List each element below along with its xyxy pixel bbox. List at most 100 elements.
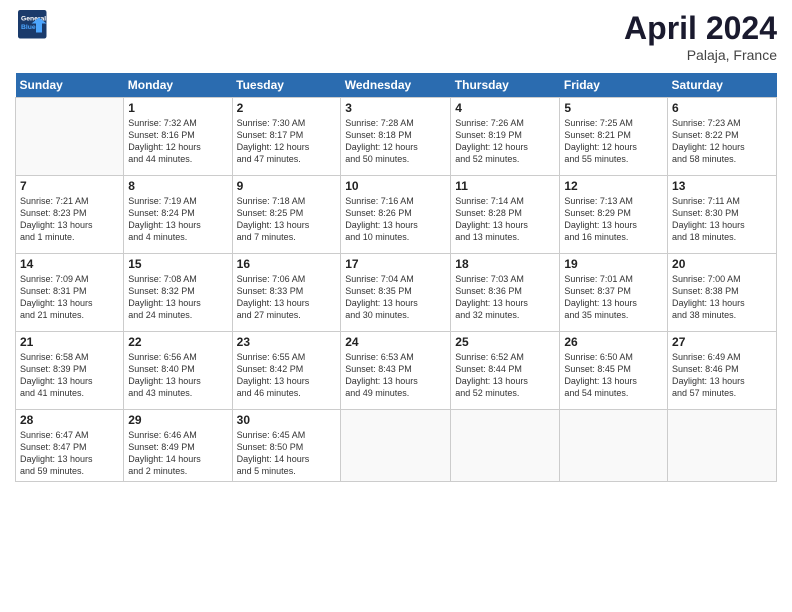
day-number: 8 <box>128 179 227 193</box>
calendar-week-1: 1 Sunrise: 7:32 AM Sunset: 8:16 PM Daylig… <box>16 98 777 176</box>
calendar-day: 5 Sunrise: 7:25 AM Sunset: 8:21 PM Daylig… <box>560 98 668 176</box>
day-info: Sunrise: 7:03 AM Sunset: 8:36 PM Dayligh… <box>455 273 555 322</box>
calendar-day: 3 Sunrise: 7:28 AM Sunset: 8:18 PM Daylig… <box>341 98 451 176</box>
day-number: 19 <box>564 257 663 271</box>
day-number: 16 <box>237 257 337 271</box>
day-number: 20 <box>672 257 772 271</box>
day-info: Sunrise: 7:26 AM Sunset: 8:19 PM Dayligh… <box>455 117 555 166</box>
day-number: 5 <box>564 101 663 115</box>
day-number: 22 <box>128 335 227 349</box>
day-number: 21 <box>20 335 119 349</box>
calendar-day: 25Sunrise: 6:52 AM Sunset: 8:44 PM Dayli… <box>451 332 560 410</box>
calendar-day: 24Sunrise: 6:53 AM Sunset: 8:43 PM Dayli… <box>341 332 451 410</box>
day-number: 26 <box>564 335 663 349</box>
calendar-day: 10 Sunrise: 7:16 AM Sunset: 8:26 PM Dayli… <box>341 176 451 254</box>
calendar-week-3: 14Sunrise: 7:09 AM Sunset: 8:31 PM Dayli… <box>16 254 777 332</box>
calendar-day: 28Sunrise: 6:47 AM Sunset: 8:47 PM Dayli… <box>16 410 124 482</box>
day-number: 17 <box>345 257 446 271</box>
calendar-day: 27 Sunrise: 6:49 AM Sunset: 8:46 PM Dayli… <box>668 332 777 410</box>
month-title: April 2024 <box>624 10 777 47</box>
day-info: Sunrise: 7:30 AM Sunset: 8:17 PM Dayligh… <box>237 117 337 166</box>
day-info: Sunrise: 6:49 AM Sunset: 8:46 PM Dayligh… <box>672 351 772 400</box>
calendar-day: 11 Sunrise: 7:14 AM Sunset: 8:28 PM Dayli… <box>451 176 560 254</box>
day-number: 2 <box>237 101 337 115</box>
calendar-table: Sunday Monday Tuesday Wednesday Thursday… <box>15 73 777 482</box>
logo: General Blue <box>15 10 48 40</box>
day-number: 7 <box>20 179 119 193</box>
day-number: 12 <box>564 179 663 193</box>
calendar-week-2: 7 Sunrise: 7:21 AM Sunset: 8:23 PM Daylig… <box>16 176 777 254</box>
calendar-day: 17Sunrise: 7:04 AM Sunset: 8:35 PM Dayli… <box>341 254 451 332</box>
logo-icon: General Blue <box>18 10 48 40</box>
day-info: Sunrise: 7:32 AM Sunset: 8:16 PM Dayligh… <box>128 117 227 166</box>
day-info: Sunrise: 7:09 AM Sunset: 8:31 PM Dayligh… <box>20 273 119 322</box>
day-number: 24 <box>345 335 446 349</box>
col-sunday: Sunday <box>16 73 124 98</box>
calendar-day: 9Sunrise: 7:18 AM Sunset: 8:25 PM Daylig… <box>232 176 341 254</box>
day-number: 28 <box>20 413 119 427</box>
calendar-day: 22Sunrise: 6:56 AM Sunset: 8:40 PM Dayli… <box>124 332 232 410</box>
calendar-day <box>16 98 124 176</box>
col-thursday: Thursday <box>451 73 560 98</box>
calendar-day: 23Sunrise: 6:55 AM Sunset: 8:42 PM Dayli… <box>232 332 341 410</box>
svg-text:Blue: Blue <box>21 24 36 31</box>
page-header: General Blue April 2024 Palaja, France <box>15 10 777 63</box>
calendar-day: 18Sunrise: 7:03 AM Sunset: 8:36 PM Dayli… <box>451 254 560 332</box>
calendar-day: 26 Sunrise: 6:50 AM Sunset: 8:45 PM Dayli… <box>560 332 668 410</box>
day-info: Sunrise: 6:58 AM Sunset: 8:39 PM Dayligh… <box>20 351 119 400</box>
col-saturday: Saturday <box>668 73 777 98</box>
day-info: Sunrise: 7:23 AM Sunset: 8:22 PM Dayligh… <box>672 117 772 166</box>
day-number: 15 <box>128 257 227 271</box>
day-number: 11 <box>455 179 555 193</box>
calendar-day <box>668 410 777 482</box>
calendar-day: 19 Sunrise: 7:01 AM Sunset: 8:37 PM Dayli… <box>560 254 668 332</box>
day-info: Sunrise: 7:00 AM Sunset: 8:38 PM Dayligh… <box>672 273 772 322</box>
calendar-day: 20 Sunrise: 7:00 AM Sunset: 8:38 PM Dayli… <box>668 254 777 332</box>
calendar-day: 29 Sunrise: 6:46 AM Sunset: 8:49 PM Dayli… <box>124 410 232 482</box>
day-info: Sunrise: 7:08 AM Sunset: 8:32 PM Dayligh… <box>128 273 227 322</box>
col-tuesday: Tuesday <box>232 73 341 98</box>
day-info: Sunrise: 6:50 AM Sunset: 8:45 PM Dayligh… <box>564 351 663 400</box>
day-number: 23 <box>237 335 337 349</box>
day-info: Sunrise: 7:25 AM Sunset: 8:21 PM Dayligh… <box>564 117 663 166</box>
calendar-day: 16Sunrise: 7:06 AM Sunset: 8:33 PM Dayli… <box>232 254 341 332</box>
day-info: Sunrise: 7:16 AM Sunset: 8:26 PM Dayligh… <box>345 195 446 244</box>
day-number: 27 <box>672 335 772 349</box>
day-info: Sunrise: 6:46 AM Sunset: 8:49 PM Dayligh… <box>128 429 227 478</box>
day-info: Sunrise: 7:14 AM Sunset: 8:28 PM Dayligh… <box>455 195 555 244</box>
day-number: 4 <box>455 101 555 115</box>
day-info: Sunrise: 7:21 AM Sunset: 8:23 PM Dayligh… <box>20 195 119 244</box>
calendar-day: 12 Sunrise: 7:13 AM Sunset: 8:29 PM Dayli… <box>560 176 668 254</box>
calendar-day: 2 Sunrise: 7:30 AM Sunset: 8:17 PM Daylig… <box>232 98 341 176</box>
main-container: General Blue April 2024 Palaja, France S… <box>0 0 792 492</box>
location: Palaja, France <box>624 47 777 63</box>
calendar-day <box>560 410 668 482</box>
calendar-day: 4 Sunrise: 7:26 AM Sunset: 8:19 PM Daylig… <box>451 98 560 176</box>
day-info: Sunrise: 7:19 AM Sunset: 8:24 PM Dayligh… <box>128 195 227 244</box>
day-number: 13 <box>672 179 772 193</box>
day-number: 30 <box>237 413 337 427</box>
day-number: 6 <box>672 101 772 115</box>
calendar-day: 21 Sunrise: 6:58 AM Sunset: 8:39 PM Dayli… <box>16 332 124 410</box>
calendar-day: 8 Sunrise: 7:19 AM Sunset: 8:24 PM Daylig… <box>124 176 232 254</box>
calendar-day: 1 Sunrise: 7:32 AM Sunset: 8:16 PM Daylig… <box>124 98 232 176</box>
day-number: 1 <box>128 101 227 115</box>
day-info: Sunrise: 7:28 AM Sunset: 8:18 PM Dayligh… <box>345 117 446 166</box>
title-area: April 2024 Palaja, France <box>624 10 777 63</box>
col-wednesday: Wednesday <box>341 73 451 98</box>
day-number: 29 <box>128 413 227 427</box>
day-info: Sunrise: 7:01 AM Sunset: 8:37 PM Dayligh… <box>564 273 663 322</box>
day-number: 10 <box>345 179 446 193</box>
day-number: 9 <box>237 179 337 193</box>
day-info: Sunrise: 7:13 AM Sunset: 8:29 PM Dayligh… <box>564 195 663 244</box>
calendar-day: 15 Sunrise: 7:08 AM Sunset: 8:32 PM Dayli… <box>124 254 232 332</box>
calendar-day: 30 Sunrise: 6:45 AM Sunset: 8:50 PM Dayli… <box>232 410 341 482</box>
calendar-day: 14Sunrise: 7:09 AM Sunset: 8:31 PM Dayli… <box>16 254 124 332</box>
day-info: Sunrise: 6:52 AM Sunset: 8:44 PM Dayligh… <box>455 351 555 400</box>
day-info: Sunrise: 6:45 AM Sunset: 8:50 PM Dayligh… <box>237 429 337 478</box>
header-row: Sunday Monday Tuesday Wednesday Thursday… <box>16 73 777 98</box>
calendar-day <box>451 410 560 482</box>
calendar-week-4: 21 Sunrise: 6:58 AM Sunset: 8:39 PM Dayli… <box>16 332 777 410</box>
calendar-day: 7 Sunrise: 7:21 AM Sunset: 8:23 PM Daylig… <box>16 176 124 254</box>
day-number: 3 <box>345 101 446 115</box>
